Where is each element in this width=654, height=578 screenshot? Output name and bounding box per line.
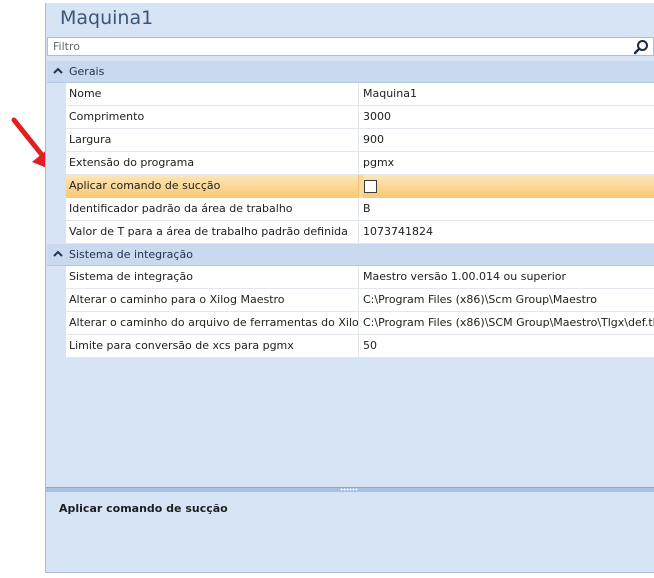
row-gutter [47,152,66,175]
row-gutter [47,335,66,358]
property-name: Nome [66,83,359,106]
property-value[interactable]: Maquina1 [363,83,654,106]
description-panel: Aplicar comando de sucção [46,492,654,572]
property-row-caminho-ferramentas[interactable]: Alterar o caminho do arquivo de ferramen… [47,312,654,335]
row-gutter [47,312,66,335]
description-title: Aplicar comando de sucção [59,502,228,515]
splitter-grip-icon[interactable] [340,488,358,491]
property-value [363,175,654,198]
property-row-identificador[interactable]: Identificador padrão da área de trabalho… [47,198,654,221]
property-value[interactable]: 900 [363,129,654,152]
property-row-sistema[interactable]: Sistema de integração Maestro versão 1.0… [47,266,654,289]
property-name: Extensão do programa [66,152,359,175]
search-icon[interactable] [633,39,649,55]
property-row-valor-t[interactable]: Valor de T para a área de trabalho padrã… [47,221,654,244]
property-row-caminho-maestro[interactable]: Alterar o caminho para o Xilog Maestro C… [47,289,654,312]
property-row-limite[interactable]: Limite para conversão de xcs para pgmx 5… [47,335,654,358]
property-value[interactable]: Maestro versão 1.00.014 ou superior [363,266,654,289]
property-row-comprimento[interactable]: Comprimento 3000 [47,106,654,129]
property-name: Sistema de integração [66,266,359,289]
property-value[interactable]: pgmx [363,152,654,175]
filter-field[interactable]: Filtro [47,37,654,56]
suction-checkbox[interactable] [364,180,377,193]
filter-placeholder: Filtro [53,40,80,53]
property-value[interactable]: C:\Program Files (x86)\Scm Group\Maestro [363,289,654,312]
row-gutter [47,129,66,152]
property-value[interactable]: B [363,198,654,221]
property-name: Comprimento [66,106,359,129]
chevron-up-icon[interactable] [53,66,63,76]
property-row-aplicar-succao[interactable]: Aplicar comando de sucção [47,175,654,198]
category-label: Sistema de integração [69,248,193,261]
property-name: Aplicar comando de sucção [66,175,359,198]
row-gutter [47,175,66,198]
property-row-nome[interactable]: Nome Maquina1 [47,83,654,106]
property-name: Limite para conversão de xcs para pgmx [66,335,359,358]
property-value[interactable]: 1073741824 [363,221,654,244]
property-row-largura[interactable]: Largura 900 [47,129,654,152]
property-name: Identificador padrão da área de trabalho [66,198,359,221]
row-gutter [47,83,66,106]
row-gutter [47,198,66,221]
property-value[interactable]: C:\Program Files (x86)\SCM Group\Maestro… [363,312,654,335]
property-grid: Gerais Nome Maquina1 Comprimento 3000 La… [47,61,654,358]
category-sistema-integracao[interactable]: Sistema de integração [47,244,654,266]
row-gutter [47,221,66,244]
property-row-extensao[interactable]: Extensão do programa pgmx [47,152,654,175]
property-value[interactable]: 50 [363,335,654,358]
property-value[interactable]: 3000 [363,106,654,129]
property-name: Alterar o caminho para o Xilog Maestro [66,289,359,312]
category-label: Gerais [69,65,105,78]
property-name: Valor de T para a área de trabalho padrã… [66,221,359,244]
row-gutter [47,289,66,312]
row-gutter [47,266,66,289]
category-gerais[interactable]: Gerais [47,61,654,83]
row-gutter [47,106,66,129]
property-name: Largura [66,129,359,152]
chevron-up-icon[interactable] [53,249,63,259]
property-name: Alterar o caminho do arquivo de ferramen… [66,312,359,335]
panel-title: Maquina1 [60,7,154,29]
property-panel: Maquina1 Filtro Gerais Nome Maquina1 Com… [45,3,654,573]
